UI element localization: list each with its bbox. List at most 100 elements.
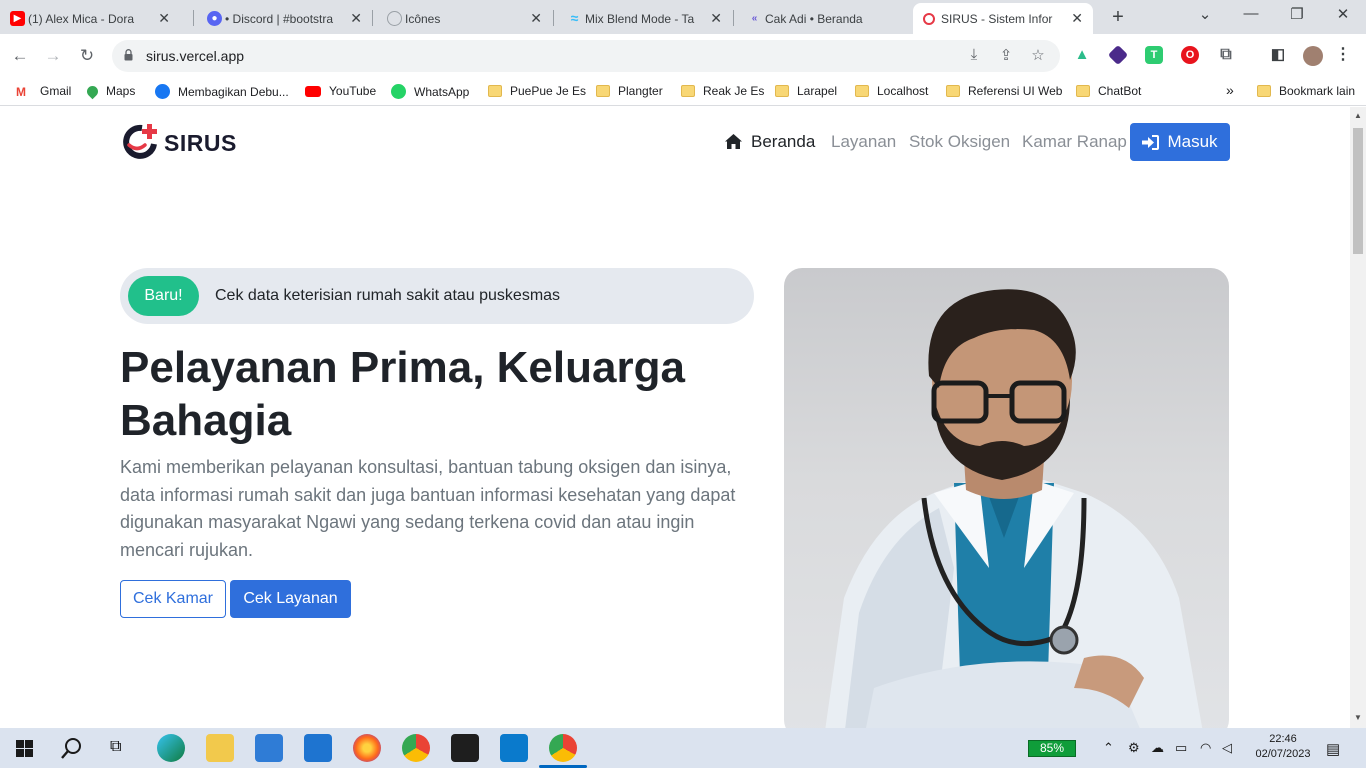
bookmark-label: Gmail [40,84,72,98]
bookmark-label: Localhost [877,84,929,98]
folder-icon [1076,85,1090,97]
folder-icon [488,85,502,97]
discord-icon: ● [207,11,222,26]
page-scrollbar[interactable]: ▲ ▼ [1350,107,1366,728]
close-tab-icon[interactable]: ✕ [158,10,170,27]
bookmark-label: Bookmark lain [1279,84,1356,98]
wifi-icon[interactable]: ◠ [1200,740,1211,756]
folder-icon [681,85,695,97]
scrollbar-thumb[interactable] [1353,128,1363,254]
check-rooms-button[interactable]: Cek Kamar [120,580,226,618]
close-tab-icon[interactable]: ✕ [710,10,722,27]
share-icon[interactable]: ⇪ [996,46,1016,64]
windows-taskbar: ⧉ 85% ⌃ ⚙ ☁ ▭ ◠ ◁ 22:46 02/07/2023 ▤ [0,728,1366,768]
nav-link-kamar-ranap[interactable]: Kamar Ranap [1022,132,1127,152]
profile-avatar[interactable] [1303,46,1323,66]
reload-button[interactable]: ↻ [75,44,99,68]
file-explorer-icon[interactable] [206,734,234,762]
browser-tab-active[interactable]: SIRUS - Sistem Infor ✕ [913,3,1093,34]
bookmark-maps[interactable]: Maps [84,83,135,99]
tab-label: Cak Adi • Beranda [765,11,863,26]
chrome-icon[interactable] [402,734,430,762]
browser-tab[interactable]: ≈ Mix Blend Mode - Ta ✕ [557,3,732,34]
bookmark-folder[interactable]: Plangter [596,84,663,98]
tab-search-icon[interactable]: ⌄ [1190,5,1220,23]
extension-icon[interactable]: T [1145,46,1163,64]
bookmark-label: YouTube [329,84,377,98]
browser-tab[interactable]: ● • Discord | #bootstra ✕ [197,3,372,34]
bookmark-whatsapp[interactable]: WhatsApp [391,84,469,99]
maps-icon [84,83,101,99]
volume-icon[interactable]: ◁ [1222,740,1232,756]
forward-button[interactable]: → [41,44,65,68]
login-button[interactable]: Masuk [1130,123,1230,161]
tailwind-icon: ≈ [570,10,579,26]
other-bookmarks[interactable]: Bookmark lain [1257,84,1355,98]
bookmark-folder[interactable]: Reak Je Es [681,84,764,98]
login-label: Masuk [1167,132,1218,151]
mail-icon[interactable] [304,734,332,762]
system-clock[interactable]: 22:46 02/07/2023 [1243,732,1323,762]
bookmark-youtube[interactable]: YouTube [305,84,376,98]
browser-tab[interactable]: « Cak Adi • Beranda [737,3,912,34]
edge-icon[interactable] [157,734,185,762]
microsoft-store-icon[interactable] [255,734,283,762]
tab-separator [553,10,554,26]
sirus-icon [923,13,935,25]
bookmark-folder[interactable]: Referensi UI Web [946,84,1062,98]
scroll-down-arrow[interactable]: ▼ [1354,713,1362,722]
side-panel-icon[interactable]: ◧ [1269,46,1287,64]
cloud-icon[interactable]: ☁ [1151,740,1164,756]
new-tab-button[interactable]: + [1105,6,1131,28]
sirus-logo-icon[interactable] [120,124,160,160]
firefox-icon[interactable] [353,734,381,762]
chrome-active-icon[interactable] [549,734,577,762]
chevron-up-icon[interactable]: ⌃ [1103,740,1114,756]
extension-icon[interactable]: O [1181,46,1199,64]
notification-icon[interactable]: ▤ [1326,740,1340,758]
menu-kebab-icon[interactable]: ⋮ [1334,46,1352,64]
folder-icon [596,85,610,97]
nav-link-stok-oksigen[interactable]: Stok Oksigen [909,132,1010,152]
close-tab-icon[interactable]: ✕ [350,10,362,27]
task-view-icon[interactable]: ⧉ [110,738,121,756]
system-tray-icon[interactable]: ⚙ [1128,740,1140,756]
minimize-button[interactable]: — [1236,5,1266,22]
puzzle-extensions-icon[interactable]: ⧉ [1217,46,1235,64]
bookmarks-overflow-button[interactable]: » [1226,82,1234,98]
terminal-icon[interactable] [451,734,479,762]
tab-label: Mix Blend Mode - Ta [585,11,695,26]
install-app-icon[interactable]: ⤓ [964,46,984,63]
close-tab-icon[interactable]: ✕ [530,10,542,27]
hero-title: Pelayanan Prima, Keluarga Bahagia [120,343,685,445]
bookmark-gmail[interactable]: M Gmail [16,84,72,99]
nav-link-layanan[interactable]: Layanan [831,132,896,152]
check-services-button[interactable]: Cek Layanan [230,580,351,618]
vscode-icon[interactable] [500,734,528,762]
browser-tab[interactable]: Icônes ✕ [377,3,552,34]
bookmark-facebook[interactable]: Membagikan Debu... [155,84,289,99]
nuxt-extension-icon[interactable]: ▲ [1073,46,1091,64]
brand-name[interactable]: SIRUS [164,130,237,157]
clock-time: 22:46 [1269,733,1297,745]
bookmark-folder[interactable]: Localhost [855,84,928,98]
search-icon[interactable] [61,737,83,759]
address-bar[interactable]: sirus.vercel.app ⤓ ⇪ ☆ [112,40,1060,72]
browser-toolbar: ← → ↻ sirus.vercel.app ⤓ ⇪ ☆ ▲ T O ⧉ ◧ ⋮ [0,34,1366,78]
bookmark-star-icon[interactable]: ☆ [1028,46,1048,64]
bookmark-folder[interactable]: ChatBot [1076,84,1141,98]
battery-indicator[interactable]: 85% [1028,740,1076,757]
windows-start-icon[interactable] [16,740,33,757]
battery-icon[interactable]: ▭ [1175,740,1187,756]
browser-tab[interactable]: ▶ (1) Alex Mica - Dora ✕ [0,3,180,34]
close-tab-icon[interactable]: ✕ [1071,10,1083,27]
bookmark-folder[interactable]: PuePue Je Es [488,84,586,98]
announcement-pill[interactable]: Baru! Cek data keterisian rumah sakit at… [120,268,754,324]
close-window-button[interactable]: ✕ [1328,5,1358,23]
extension-icon[interactable] [1107,44,1129,66]
back-button[interactable]: ← [8,44,32,68]
maximize-button[interactable]: ❐ [1282,5,1312,23]
nav-link-beranda[interactable]: Beranda [751,132,815,152]
bookmark-folder[interactable]: Larapel [775,84,837,98]
scroll-up-arrow[interactable]: ▲ [1354,111,1362,120]
